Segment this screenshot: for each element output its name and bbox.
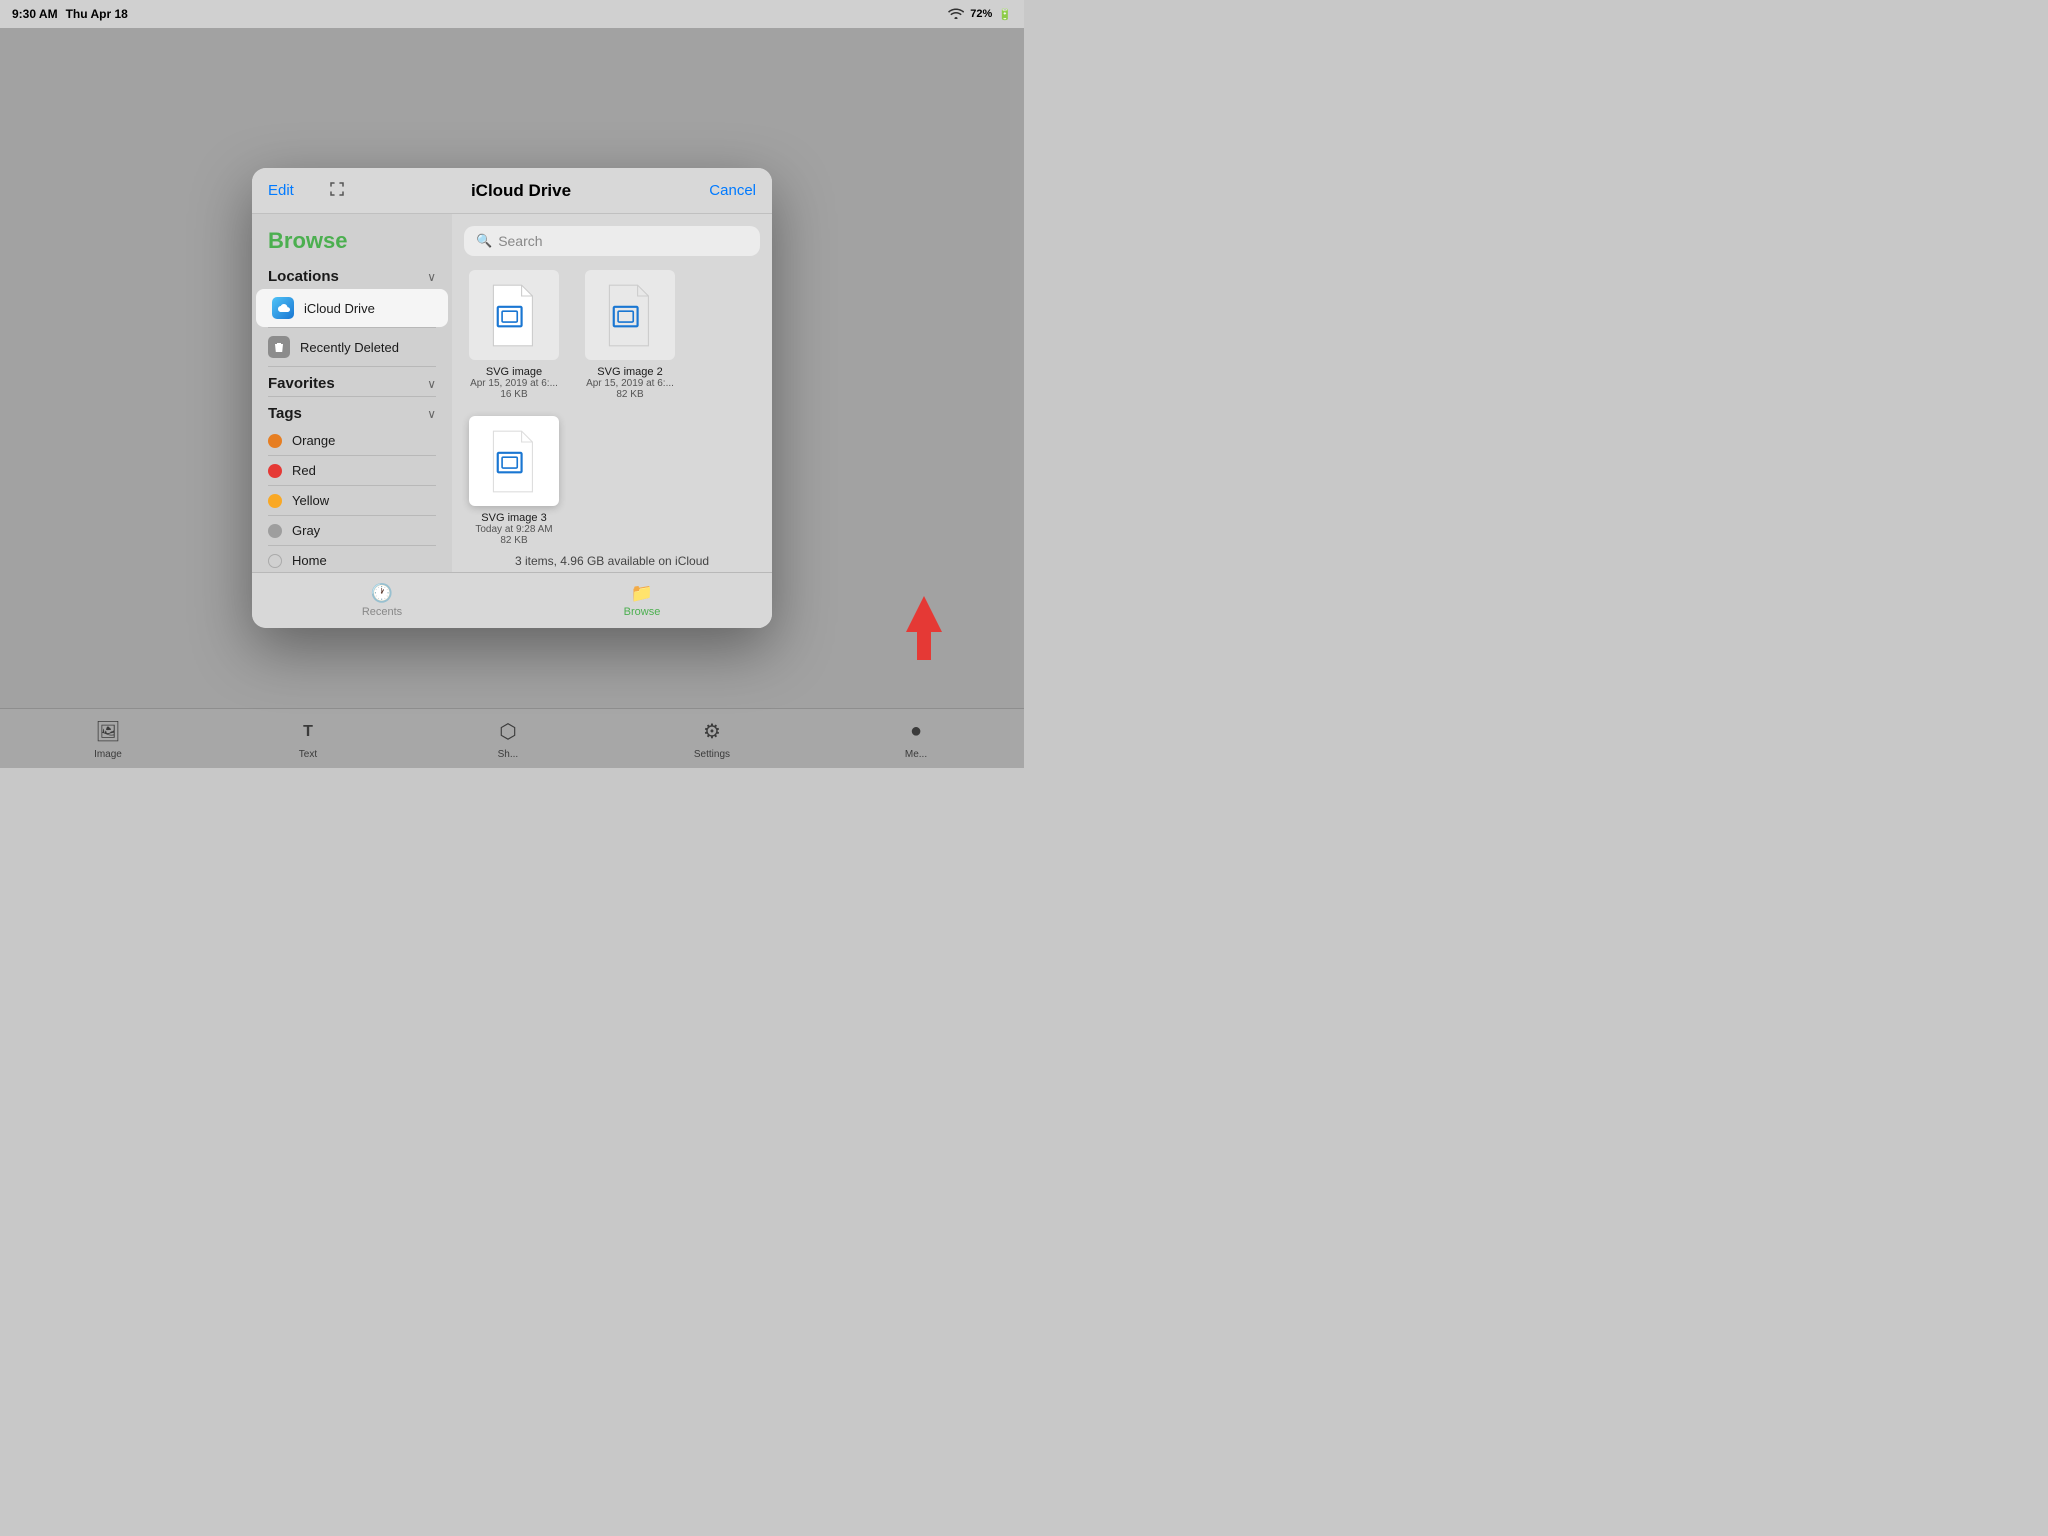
tag-red-label: Red	[292, 463, 316, 478]
modal-title: iCloud Drive	[346, 181, 696, 201]
cancel-button[interactable]: Cancel	[696, 182, 756, 199]
status-right: 72% 🔋	[948, 7, 1012, 22]
search-icon: 🔍	[476, 233, 492, 249]
file-name-2: SVG image 2	[597, 366, 662, 378]
status-time: 9:30 AM	[12, 7, 58, 21]
tag-gray-label: Gray	[292, 523, 320, 538]
tag-yellow-label: Yellow	[292, 493, 329, 508]
tab-recents[interactable]: 🕐 Recents	[252, 579, 512, 622]
recently-deleted-label: Recently Deleted	[300, 340, 399, 355]
tag-home[interactable]: Home	[252, 546, 452, 572]
search-placeholder: Search	[498, 233, 542, 249]
modal-overlay: Edit iCloud Drive Cancel Browse Location…	[0, 28, 1024, 768]
recents-tab-label: Recents	[362, 606, 402, 618]
red-dot	[268, 464, 282, 478]
file-size-1: 16 KB	[500, 389, 527, 400]
tag-home-label: Home	[292, 553, 327, 568]
browse-title: Browse	[252, 214, 452, 260]
file-name-1: SVG image	[486, 366, 542, 378]
tag-orange[interactable]: Orange	[252, 426, 452, 455]
status-bar: 9:30 AM Thu Apr 18 72% 🔋	[0, 0, 1024, 28]
browse-tab-label: Browse	[624, 606, 661, 618]
icloud-drive-label: iCloud Drive	[304, 301, 375, 316]
yellow-dot	[268, 494, 282, 508]
gray-dot	[268, 524, 282, 538]
tab-browse[interactable]: 📁 Browse	[512, 579, 772, 622]
resize-icon	[328, 180, 346, 201]
storage-status: 3 items, 4.96 GB available on iCloud	[464, 546, 760, 568]
favorites-section-header[interactable]: Favorites ∨	[252, 367, 452, 396]
file-grid: SVG image Apr 15, 2019 at 6:... 16 KB	[464, 270, 760, 546]
modal-body: Browse Locations ∨ iCloud Drive	[252, 214, 772, 572]
favorites-chevron: ∨	[427, 377, 436, 391]
browse-tab-icon: 📁	[631, 583, 653, 604]
tags-section-header[interactable]: Tags ∨	[252, 397, 452, 426]
tag-red[interactable]: Red	[252, 456, 452, 485]
tag-yellow[interactable]: Yellow	[252, 486, 452, 515]
icloud-drive-icon	[272, 297, 294, 319]
modal-header: Edit iCloud Drive Cancel	[252, 168, 772, 214]
file-item-1[interactable]: SVG image Apr 15, 2019 at 6:... 16 KB	[464, 270, 564, 400]
tag-orange-label: Orange	[292, 433, 335, 448]
sidebar-item-recently-deleted[interactable]: Recently Deleted	[252, 328, 452, 366]
file-size-3: 82 KB	[500, 535, 527, 546]
file-name-3: SVG image 3	[481, 512, 546, 524]
file-picker-sidebar: Browse Locations ∨ iCloud Drive	[252, 214, 452, 572]
wifi-icon	[948, 7, 964, 22]
file-icon-wrap-3	[469, 416, 559, 506]
file-icon-wrap-2	[585, 270, 675, 360]
locations-section-header[interactable]: Locations ∨	[252, 260, 452, 289]
tags-title: Tags	[268, 405, 302, 422]
recently-deleted-icon	[268, 336, 290, 358]
file-date-3: Today at 9:28 AM	[475, 524, 552, 535]
file-item-2[interactable]: SVG image 2 Apr 15, 2019 at 6:... 82 KB	[580, 270, 680, 400]
search-bar[interactable]: 🔍 Search	[464, 226, 760, 256]
file-size-2: 82 KB	[616, 389, 643, 400]
file-picker-modal: Edit iCloud Drive Cancel Browse Location…	[252, 168, 772, 628]
file-date-2: Apr 15, 2019 at 6:...	[586, 378, 674, 389]
locations-title: Locations	[268, 268, 339, 285]
orange-dot	[268, 434, 282, 448]
battery-percentage: 72%	[970, 8, 992, 20]
modal-bottom-tabs: 🕐 Recents 📁 Browse	[252, 572, 772, 628]
battery-icon: 🔋	[998, 8, 1012, 21]
tags-chevron: ∨	[427, 407, 436, 421]
file-content-area: 🔍 Search	[452, 214, 772, 572]
file-date-1: Apr 15, 2019 at 6:...	[470, 378, 558, 389]
sidebar-item-icloud-drive[interactable]: iCloud Drive	[256, 289, 448, 327]
file-item-3[interactable]: SVG image 3 Today at 9:28 AM 82 KB	[464, 416, 564, 546]
recents-tab-icon: 🕐	[371, 583, 393, 604]
tag-gray[interactable]: Gray	[252, 516, 452, 545]
home-dot	[268, 554, 282, 568]
status-day: Thu Apr 18	[66, 7, 128, 21]
favorites-title: Favorites	[268, 375, 335, 392]
status-left: 9:30 AM Thu Apr 18	[12, 7, 128, 21]
locations-chevron: ∨	[427, 270, 436, 284]
edit-button[interactable]: Edit	[268, 182, 328, 199]
file-icon-wrap-1	[469, 270, 559, 360]
